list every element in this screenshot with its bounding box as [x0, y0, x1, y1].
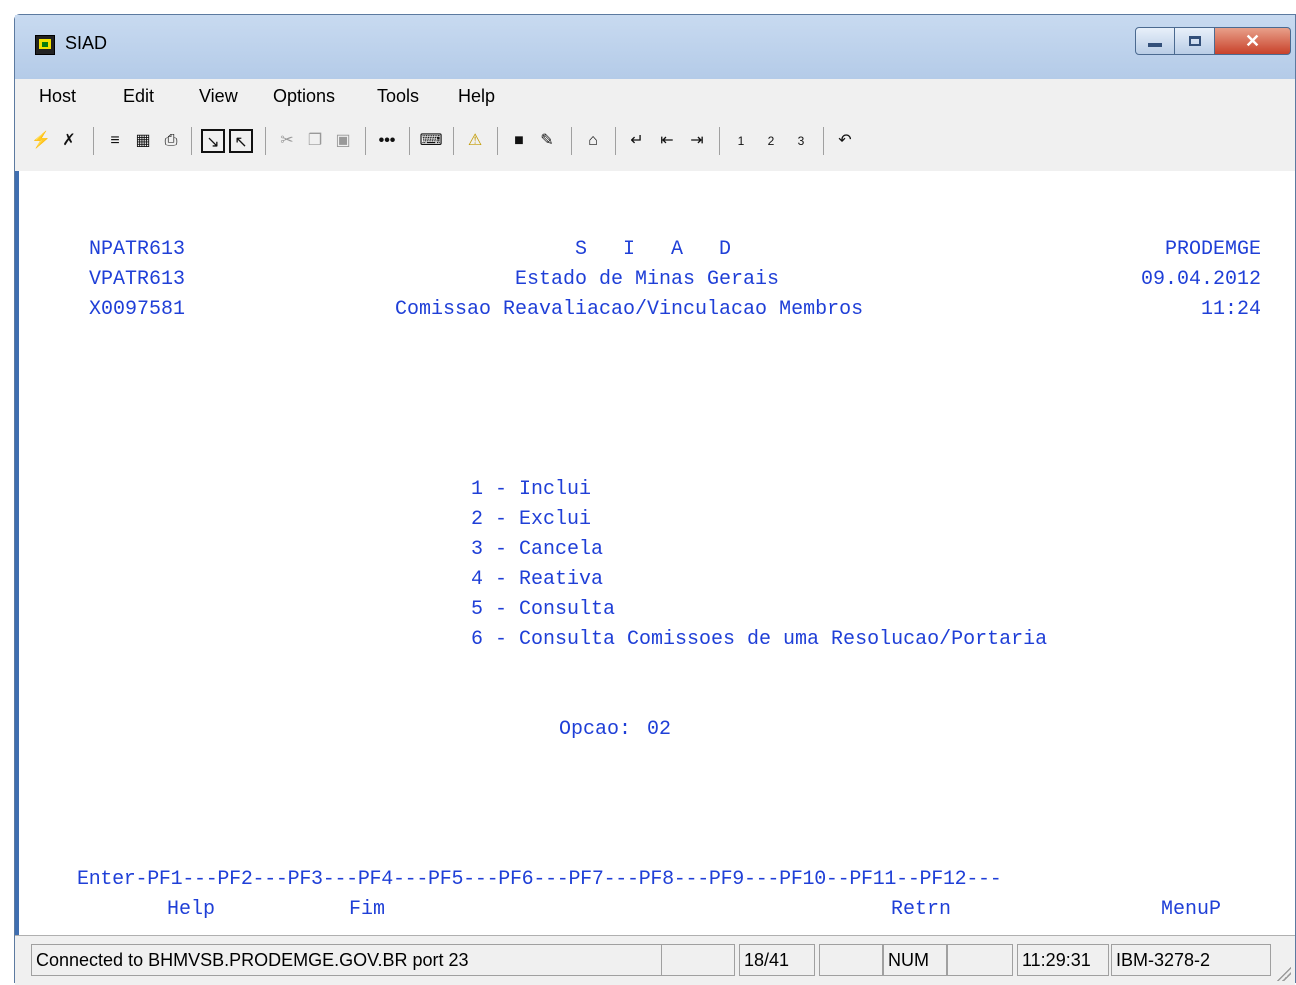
- view-id: VPATR613: [89, 268, 186, 291]
- screen-subtitle: Comissao Reavaliacao/Vinculacao Membros: [395, 298, 864, 321]
- app-title: S I A D: [575, 238, 732, 261]
- pf3-label: Fim: [349, 898, 386, 921]
- pf9-label: Retrn: [891, 898, 952, 921]
- save-screen-icon[interactable]: ↘: [201, 129, 225, 153]
- enter-icon[interactable]: ↵: [625, 129, 649, 153]
- toolbar-separator: [615, 127, 616, 155]
- menu-host[interactable]: Host: [39, 86, 76, 107]
- toolbar-separator: [719, 127, 720, 155]
- paste-icon[interactable]: ▣: [331, 129, 355, 153]
- maximize-button[interactable]: [1175, 27, 1215, 55]
- pen-icon[interactable]: ✎: [535, 129, 559, 153]
- window-title: SIAD: [65, 33, 108, 53]
- connect-icon[interactable]: ⚡: [29, 129, 53, 153]
- option-input[interactable]: 02: [647, 720, 671, 740]
- close-icon: ✕: [1244, 30, 1261, 51]
- maximize-icon: [1188, 36, 1201, 46]
- terminal-type: IBM-3278-2: [1111, 944, 1271, 976]
- menu-option-4: 4 - Reativa: [471, 568, 604, 591]
- company-name: PRODEMGE: [1164, 238, 1261, 261]
- menu-view[interactable]: View: [199, 86, 238, 107]
- status-clock: 11:29:31: [1017, 944, 1109, 976]
- menu-bar: Host Edit View Options Tools Help: [15, 79, 1295, 114]
- toolbar-separator: [265, 127, 266, 155]
- toolbar-separator: [453, 127, 454, 155]
- menu-edit[interactable]: Edit: [123, 86, 154, 107]
- terminal-screen[interactable]: NPATR613 VPATR613 X0097581 S I A D Estad…: [15, 171, 1295, 935]
- pf-keys-line: Enter-PF1---PF2---PF3---PF4---PF5---PF6-…: [77, 868, 1002, 891]
- copy-icon[interactable]: ❐: [303, 129, 327, 153]
- status-empty-2: [819, 944, 883, 976]
- app-window: SIAD ✕ Host Edit View Options Tools Help…: [14, 14, 1296, 985]
- open-screen-icon[interactable]: ↖: [229, 129, 253, 153]
- menu-option-6: 6 - Consulta Comissoes de uma Resolucao/…: [471, 628, 1048, 651]
- undo-icon[interactable]: ↶: [833, 129, 857, 153]
- program-id: NPATR613: [89, 238, 186, 261]
- receive-icon[interactable]: ▦: [131, 129, 155, 153]
- toolbar-separator: [93, 127, 94, 155]
- window-controls: ✕: [1135, 27, 1291, 55]
- menu-option-5: 5 - Consulta: [471, 598, 616, 621]
- current-date: 09.04.2012: [1140, 268, 1261, 291]
- menu-options[interactable]: Options: [273, 86, 335, 107]
- pf12-label: MenuP: [1161, 898, 1222, 921]
- status-empty-3: [947, 944, 1013, 976]
- menu-option-2: 2 - Exclui: [471, 508, 592, 531]
- cut-icon[interactable]: ✂: [275, 129, 299, 153]
- state-name: Estado de Minas Gerais: [515, 268, 780, 291]
- dots-icon[interactable]: •••: [375, 129, 399, 153]
- tab-icon[interactable]: ⇥: [685, 129, 709, 153]
- display-icon[interactable]: ■: [507, 129, 531, 153]
- toolbar-separator: [365, 127, 366, 155]
- field-exit-icon[interactable]: ⇤: [655, 129, 679, 153]
- keyboard-map-icon[interactable]: ⌨: [419, 129, 443, 153]
- menu-tools[interactable]: Tools: [377, 86, 419, 107]
- close-button[interactable]: ✕: [1215, 27, 1291, 55]
- send-icon[interactable]: ≡: [103, 129, 127, 153]
- toolbar-separator: [409, 127, 410, 155]
- title-bar[interactable]: SIAD ✕: [15, 15, 1295, 79]
- warning-icon[interactable]: ⚠: [463, 129, 487, 153]
- minimize-icon: [1148, 43, 1162, 47]
- resize-grip-icon[interactable]: [1273, 963, 1291, 981]
- status-empty-1: [661, 944, 735, 976]
- toolbar-separator: [497, 127, 498, 155]
- current-time: 11:24: [1200, 298, 1261, 321]
- menu-option-1: 1 - Inclui: [471, 478, 592, 501]
- pa3-icon[interactable]: 3: [789, 129, 813, 153]
- toolbar: ⚡ ✗ ≡ ▦ ⎙ ↘ ↖ ✂ ❐ ▣ ••• ⌨ ⚠ ■ ✎ ⌂ ↵ ⇤ ⇥ …: [15, 113, 1295, 172]
- toolbar-separator: [191, 127, 192, 155]
- minimize-button[interactable]: [1135, 27, 1175, 55]
- status-bar: Connected to BHMVSB.PRODEMGE.GOV.BR port…: [15, 935, 1295, 985]
- menu-option-3: 3 - Cancela: [471, 538, 604, 561]
- pa1-icon[interactable]: 1: [729, 129, 753, 153]
- toolbar-separator: [571, 127, 572, 155]
- connection-status: Connected to BHMVSB.PRODEMGE.GOV.BR port…: [31, 944, 663, 976]
- disconnect-icon[interactable]: ✗: [57, 129, 81, 153]
- cursor-position: 18/41: [739, 944, 815, 976]
- option-label: Opcao:: [559, 718, 632, 741]
- toolbar-separator: [823, 127, 824, 155]
- print-icon[interactable]: ⎙: [159, 129, 183, 153]
- menu-help[interactable]: Help: [458, 86, 495, 107]
- pa2-icon[interactable]: 2: [759, 129, 783, 153]
- num-lock-indicator: NUM: [883, 944, 947, 976]
- user-id: X0097581: [89, 298, 186, 321]
- home-icon[interactable]: ⌂: [581, 129, 605, 153]
- pf1-label: Help: [167, 898, 216, 921]
- siad-app-icon[interactable]: [35, 35, 55, 55]
